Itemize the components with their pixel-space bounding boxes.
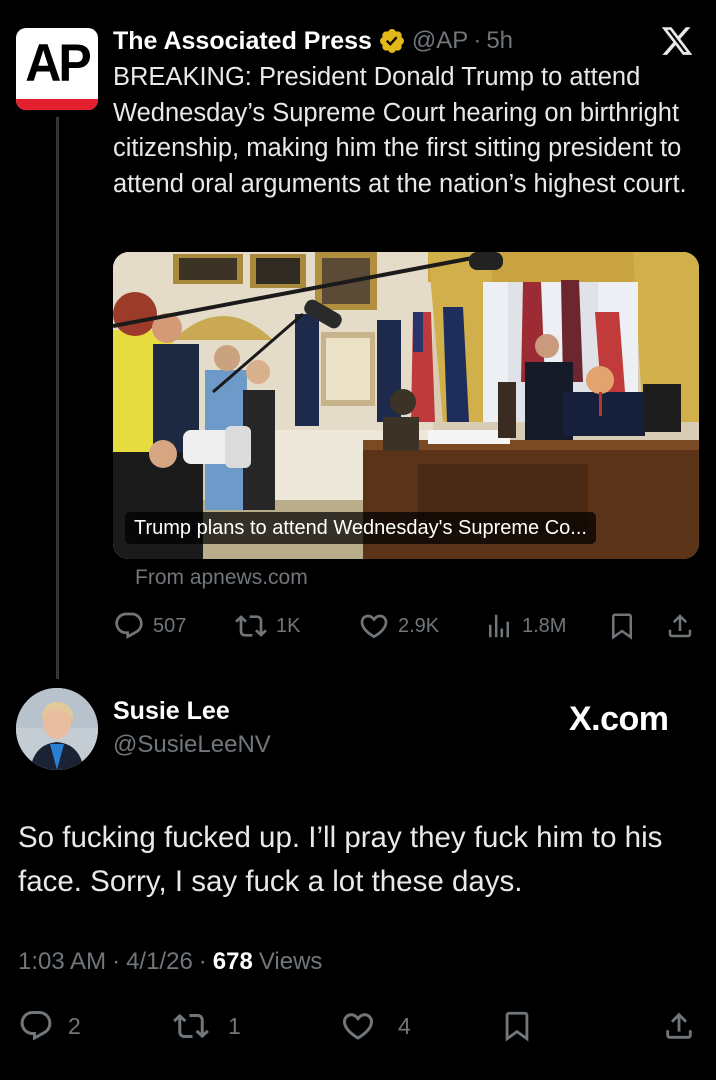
reply-icon (115, 612, 143, 639)
share-icon (666, 1012, 692, 1039)
reply-icon (20, 1011, 52, 1041)
quoted-author-handle[interactable]: @AP (412, 27, 468, 55)
heart-icon (342, 1013, 374, 1040)
tweet-meta: 1:03 AM · 4/1/26 · 678 Views (18, 948, 322, 976)
bookmark-icon (505, 1011, 529, 1042)
tweet-date[interactable]: 4/1/26 (126, 948, 193, 976)
thread-line (56, 117, 59, 679)
author-avatar[interactable] (16, 688, 98, 770)
x-logo-icon (661, 27, 693, 55)
meta-separator: · (198, 948, 207, 975)
repost-icon (235, 615, 267, 637)
quoted-share-button[interactable] (665, 608, 703, 644)
heart-icon (360, 614, 388, 639)
tweet-views-label: Views (258, 948, 323, 975)
ap-avatar[interactable]: AP (16, 28, 98, 110)
like-button[interactable]: 4 (340, 1006, 411, 1046)
quoted-header: The Associated Press @AP · 5h (113, 24, 513, 58)
quoted-tweet-text: BREAKING: President Donald Trump to atte… (113, 63, 687, 198)
quoted-author-name[interactable]: The Associated Press (113, 27, 372, 56)
quoted-views-count: 1.8M (522, 614, 567, 637)
quoted-bookmark-button[interactable] (607, 608, 645, 644)
quoted-views-button[interactable]: 1.8M (484, 608, 566, 644)
tweet-text: So fucking fucked up. I’ll pray they fuc… (18, 821, 663, 898)
share-button[interactable] (662, 1006, 704, 1046)
quoted-reply-button[interactable]: 507 (113, 608, 186, 644)
quoted-like-button[interactable]: 2.9K (358, 608, 439, 644)
views-chart-icon (489, 614, 509, 638)
repost-icon (173, 1013, 209, 1039)
bookmark-button[interactable] (500, 1006, 542, 1046)
like-count: 4 (398, 1012, 411, 1039)
reply-button[interactable]: 2 (18, 1006, 81, 1046)
xcom-watermark: X.com (569, 700, 669, 738)
ap-logo-text: AP (25, 33, 91, 93)
ap-logo-red-bar (16, 99, 98, 110)
author-name[interactable]: Susie Lee (113, 697, 230, 726)
author-avatar-photo (16, 688, 98, 770)
reply-count: 2 (68, 1012, 81, 1039)
tweet-views-count[interactable]: 678 (213, 948, 253, 976)
tweet-time[interactable]: 1:03 AM (18, 948, 106, 976)
verified-gold-badge-icon (379, 29, 404, 53)
quoted-like-count: 2.9K (398, 614, 440, 637)
tweet-action-bar: 2 1 4 (18, 1006, 698, 1046)
quoted-repost-button[interactable]: 1K (234, 608, 300, 644)
quoted-reply-count: 507 (153, 614, 187, 637)
link-source[interactable]: From apnews.com (135, 566, 308, 590)
quoted-repost-count: 1K (276, 614, 301, 637)
quoted-header-separator: · (473, 27, 482, 54)
meta-separator: · (112, 948, 121, 975)
repost-count: 1 (228, 1012, 241, 1039)
quoted-timestamp[interactable]: 5h (486, 27, 513, 55)
author-handle[interactable]: @SusieLeeNV (113, 731, 271, 759)
link-card-title[interactable]: Trump plans to attend Wednesday's Suprem… (125, 512, 596, 544)
share-icon (668, 614, 692, 638)
quoted-action-bar: 507 1K 2.9K 1.8M (113, 608, 703, 644)
bookmark-icon (612, 613, 632, 640)
repost-button[interactable]: 1 (172, 1006, 241, 1046)
